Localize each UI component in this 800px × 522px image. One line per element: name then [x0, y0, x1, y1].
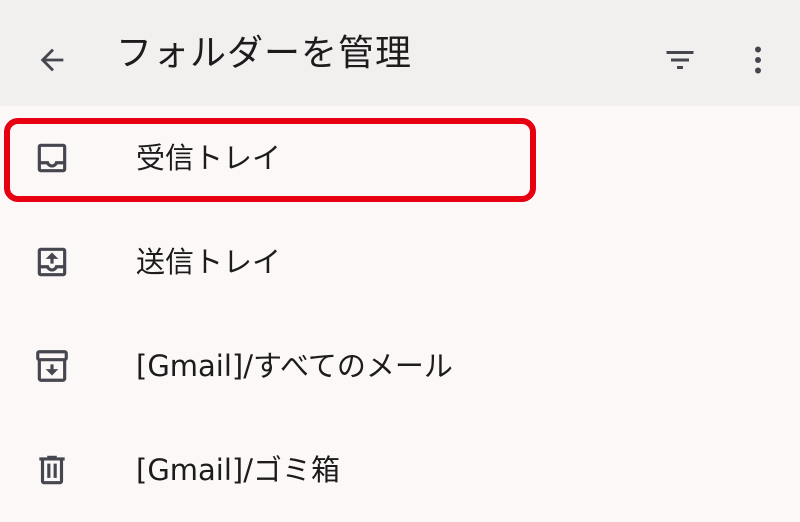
more-vertical-icon — [740, 42, 776, 82]
filter-list-icon — [662, 42, 698, 82]
app-bar: フォルダーを管理 — [0, 0, 800, 106]
folder-label: 送信トレイ — [136, 245, 282, 279]
more-options-button[interactable] — [734, 36, 782, 88]
folder-item-trash[interactable]: [Gmail]/ゴミ箱 — [0, 418, 800, 522]
folder-label: [Gmail]/すべてのメール — [136, 349, 453, 383]
back-button[interactable] — [26, 36, 78, 88]
folder-item-outbox[interactable]: 送信トレイ — [0, 210, 800, 314]
folder-label: [Gmail]/ゴミ箱 — [136, 453, 341, 487]
inbox-icon — [33, 139, 71, 177]
outbox-icon — [33, 243, 71, 281]
folder-item-all-mail[interactable]: [Gmail]/すべてのメール — [0, 314, 800, 418]
page-title: フォルダーを管理 — [116, 33, 413, 74]
arrow-back-icon — [35, 43, 69, 81]
folder-label: 受信トレイ — [136, 141, 282, 175]
folder-item-inbox[interactable]: 受信トレイ — [0, 106, 800, 210]
archive-icon — [33, 347, 71, 385]
filter-button[interactable] — [654, 36, 706, 88]
trash-icon — [33, 451, 71, 489]
